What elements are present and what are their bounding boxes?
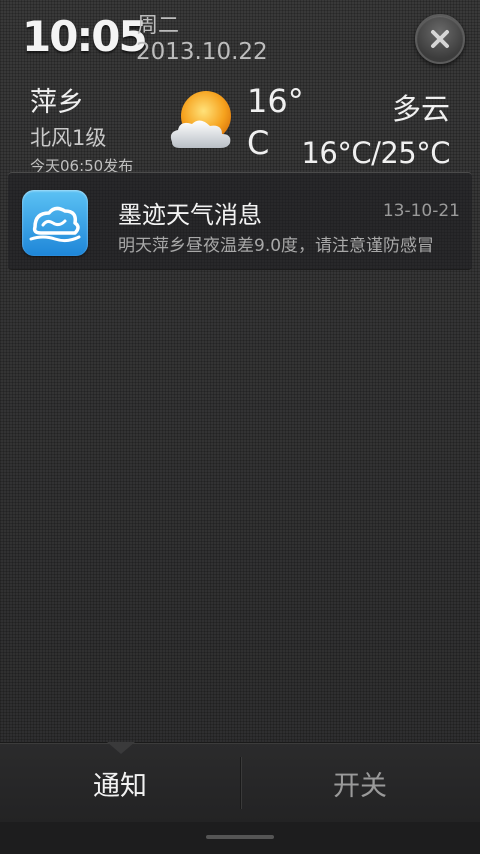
date-label: 2013.10.22 (136, 39, 268, 65)
weather-current-temp: 16°C (247, 82, 304, 162)
drag-handle[interactable] (206, 835, 274, 839)
weekday-label: 周二 (137, 13, 179, 37)
notification-title: 墨迹天气消息 (118, 201, 262, 229)
tab-selected-indicator (107, 742, 135, 754)
clock-time: 10:05 (22, 12, 148, 61)
weather-widget[interactable]: 萍乡 北风1级 今天06:50发布 16°C 多云 16°C/25°C (18, 78, 464, 175)
close-icon (431, 30, 449, 48)
tab-notifications[interactable]: 通知 (0, 743, 240, 823)
status-header: 10:05 周二 2013.10.22 (0, 0, 480, 78)
weather-wind: 北风1级 (30, 126, 107, 150)
cloud-swirl-icon (29, 206, 81, 243)
moji-weather-icon (22, 190, 88, 256)
close-button[interactable] (415, 14, 465, 64)
weather-condition: 多云 (391, 92, 450, 126)
tab-bar: 通知 开关 (0, 742, 480, 822)
partly-cloudy-icon (170, 91, 231, 148)
notification-time: 13-10-21 (382, 201, 460, 221)
weather-city: 萍乡 (30, 87, 84, 118)
tab-toggles[interactable]: 开关 (240, 743, 480, 823)
notification-item[interactable]: 墨迹天气消息 13-10-21 明天萍乡昼夜温差9.0度，请注意谨防感冒 (8, 172, 472, 270)
weather-temp-range: 16°C/25°C (301, 136, 450, 170)
notification-body: 明天萍乡昼夜温差9.0度，请注意谨防感冒 (118, 236, 435, 256)
